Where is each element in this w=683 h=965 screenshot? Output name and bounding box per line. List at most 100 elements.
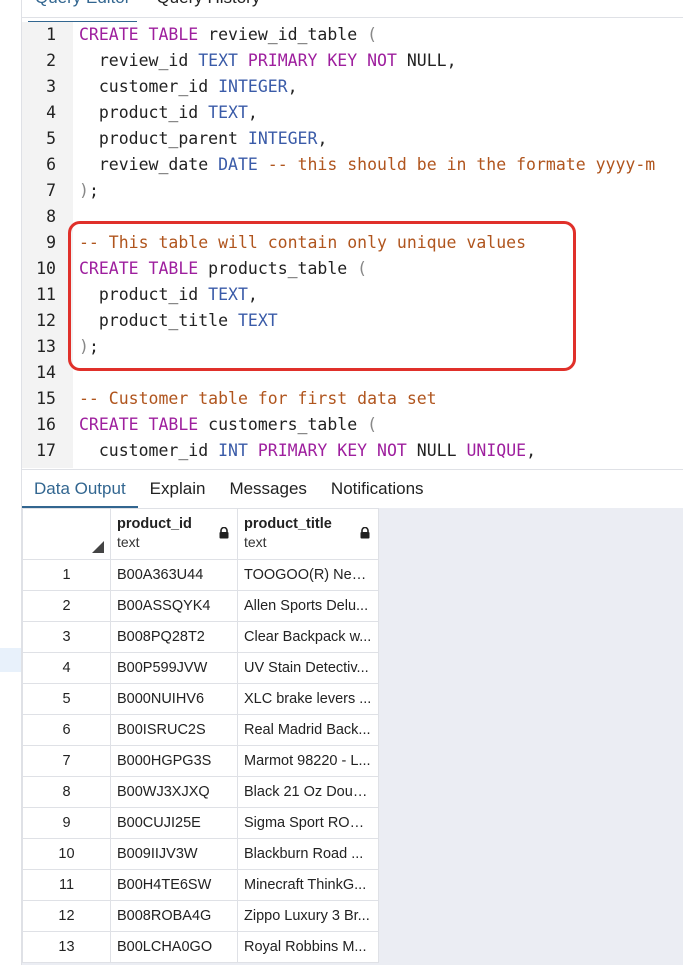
table-row[interactable]: 3 B008PQ28T2 Clear Backpack w... <box>22 621 379 653</box>
row-number[interactable]: 7 <box>22 745 111 777</box>
table-row[interactable]: 2 B00ASSQYK4 Allen Sports Delu... <box>22 590 379 622</box>
cell-product-id[interactable]: B000NUIHV6 <box>110 683 238 715</box>
code-line[interactable]: 13); <box>22 334 683 360</box>
cell-text: Zippo Luxury 3 Br... <box>244 908 370 924</box>
row-number[interactable]: 10 <box>22 838 111 870</box>
code-line[interactable]: 7); <box>22 178 683 204</box>
table-row[interactable]: 8 B00WJ3XJXQ Black 21 Oz Doub... <box>22 776 379 808</box>
lock-icon <box>219 527 229 539</box>
code-line[interactable]: 3 customer_id INTEGER, <box>22 74 683 100</box>
code-token: review_id <box>79 51 199 70</box>
sql-editor[interactable]: 1 CREATE TABLE review_id_table (2 review_… <box>22 22 683 468</box>
cell-product-title[interactable]: Marmot 98220 - L... <box>237 745 379 777</box>
row-number[interactable]: 6 <box>22 714 111 746</box>
code-line[interactable]: 9 -- This table will contain only unique … <box>22 230 683 256</box>
cell-text: Sigma Sport ROX ... <box>244 815 372 831</box>
line-number: 2 <box>46 51 56 70</box>
cell-product-id[interactable]: B000HGPG3S <box>110 745 238 777</box>
table-row[interactable]: 6 B00ISRUC2S Real Madrid Back... <box>22 714 379 746</box>
cell-product-title[interactable]: Royal Robbins M... <box>237 931 379 963</box>
row-number[interactable]: 12 <box>22 900 111 932</box>
row-number[interactable]: 9 <box>22 807 111 839</box>
row-number[interactable]: 5 <box>22 683 111 715</box>
code-line[interactable]: 10 CREATE TABLE products_table ( <box>22 256 683 282</box>
table-row[interactable]: 1 B00A363U44 TOOGOO(R) New ... <box>22 559 379 591</box>
table-row[interactable]: 7 B000HGPG3S Marmot 98220 - L... <box>22 745 379 777</box>
code-line[interactable]: 17 customer_id INT PRIMARY KEY NOT NULL … <box>22 438 683 464</box>
cell-product-id[interactable]: B00CUJI25E <box>110 807 238 839</box>
table-row[interactable]: 12 B008ROBA4G Zippo Luxury 3 Br... <box>22 900 379 932</box>
cell-product-id[interactable]: B009IIJV3W <box>110 838 238 870</box>
table-row[interactable]: 5 B000NUIHV6 XLC brake levers ... <box>22 683 379 715</box>
select-all-corner[interactable] <box>22 508 111 560</box>
cell-product-title[interactable]: Sigma Sport ROX ... <box>237 807 379 839</box>
code-line[interactable]: 14 <box>22 360 683 386</box>
cell-product-title[interactable]: Blackburn Road ... <box>237 838 379 870</box>
code-token: , <box>287 77 298 96</box>
cell-product-title[interactable]: Minecraft ThinkG... <box>237 869 379 901</box>
row-number[interactable]: 11 <box>22 869 111 901</box>
row-number[interactable]: 4 <box>22 652 111 684</box>
line-number: 11 <box>36 285 56 304</box>
row-number[interactable]: 13 <box>22 931 111 963</box>
code-line[interactable]: 16 CREATE TABLE customers_table ( <box>22 412 683 438</box>
cell-product-id[interactable]: B00A363U44 <box>110 559 238 591</box>
cell-text: Allen Sports Delu... <box>244 598 369 614</box>
cell-product-id[interactable]: B00H4TE6SW <box>110 869 238 901</box>
tab-query-history[interactable]: Query History <box>143 0 273 17</box>
cell-text: Blackburn Road ... <box>244 846 364 862</box>
cell-product-title[interactable]: Zippo Luxury 3 Br... <box>237 900 379 932</box>
code-line[interactable]: 5 product_parent INTEGER, <box>22 126 683 152</box>
cell-product-title[interactable]: Real Madrid Back... <box>237 714 379 746</box>
cell-product-id[interactable]: B00ASSQYK4 <box>110 590 238 622</box>
cell-product-title[interactable]: Clear Backpack w... <box>237 621 379 653</box>
cell-product-id[interactable]: B00ISRUC2S <box>110 714 238 746</box>
row-number[interactable]: 8 <box>22 776 111 808</box>
column-header-product-title[interactable]: product_title text <box>237 508 379 560</box>
cell-product-title[interactable]: TOOGOO(R) New ... <box>237 559 379 591</box>
code-line[interactable]: 4 product_id TEXT, <box>22 100 683 126</box>
cell-product-id[interactable]: B00WJ3XJXQ <box>110 776 238 808</box>
cell-text: TOOGOO(R) New ... <box>244 567 372 583</box>
cell-product-id[interactable]: B00P599JVW <box>110 652 238 684</box>
line-number: 1 <box>46 25 56 44</box>
row-number[interactable]: 1 <box>22 559 111 591</box>
table-row[interactable]: 13 B00LCHA0GO Royal Robbins M... <box>22 931 379 963</box>
code-line[interactable]: 2 review_id TEXT PRIMARY KEY NOT NULL, <box>22 48 683 74</box>
code-line[interactable]: 12 product_title TEXT <box>22 308 683 334</box>
cell-product-title[interactable]: XLC brake levers ... <box>237 683 379 715</box>
code-text: product_id TEXT, <box>79 282 258 308</box>
column-header-product-id[interactable]: product_id text <box>110 508 238 560</box>
code-text: -- Customer table for first data set <box>79 386 437 412</box>
table-row[interactable]: 4 B00P599JVW UV Stain Detectiv... <box>22 652 379 684</box>
code-line[interactable]: 8 <box>22 204 683 230</box>
result-table: product_id text product_title text 1 B00A… <box>22 508 379 963</box>
code-line[interactable]: 6 review_date DATE -- this should be in … <box>22 152 683 178</box>
cell-product-title[interactable]: Allen Sports Delu... <box>237 590 379 622</box>
tab-explain[interactable]: Explain <box>138 470 218 508</box>
code-token: CREATE TABLE <box>79 415 199 434</box>
tab-messages[interactable]: Messages <box>217 470 318 508</box>
tab-data-output[interactable]: Data Output <box>22 470 138 509</box>
table-row[interactable]: 10 B009IIJV3W Blackburn Road ... <box>22 838 379 870</box>
code-text: customer_id INTEGER, <box>79 74 298 100</box>
tab-query-editor[interactable]: Query Editor <box>22 0 143 24</box>
cell-product-title[interactable]: UV Stain Detectiv... <box>237 652 379 684</box>
code-text: CREATE TABLE customers_table ( <box>79 412 377 438</box>
cell-product-id[interactable]: B008PQ28T2 <box>110 621 238 653</box>
cell-text: UV Stain Detectiv... <box>244 660 369 676</box>
cell-product-id[interactable]: B00LCHA0GO <box>110 931 238 963</box>
code-line[interactable]: 1 CREATE TABLE review_id_table ( <box>22 22 683 48</box>
code-line[interactable]: 15 -- Customer table for first data set <box>22 386 683 412</box>
code-token: TEXT <box>198 51 238 70</box>
table-row[interactable]: 9 B00CUJI25E Sigma Sport ROX ... <box>22 807 379 839</box>
row-number[interactable]: 3 <box>22 621 111 653</box>
code-line[interactable]: 11 product_id TEXT, <box>22 282 683 308</box>
tab-notifications[interactable]: Notifications <box>319 470 436 508</box>
row-number[interactable]: 2 <box>22 590 111 622</box>
table-row[interactable]: 11 B00H4TE6SW Minecraft ThinkG... <box>22 869 379 901</box>
cell-product-id[interactable]: B008ROBA4G <box>110 900 238 932</box>
cell-product-title[interactable]: Black 21 Oz Doub... <box>237 776 379 808</box>
